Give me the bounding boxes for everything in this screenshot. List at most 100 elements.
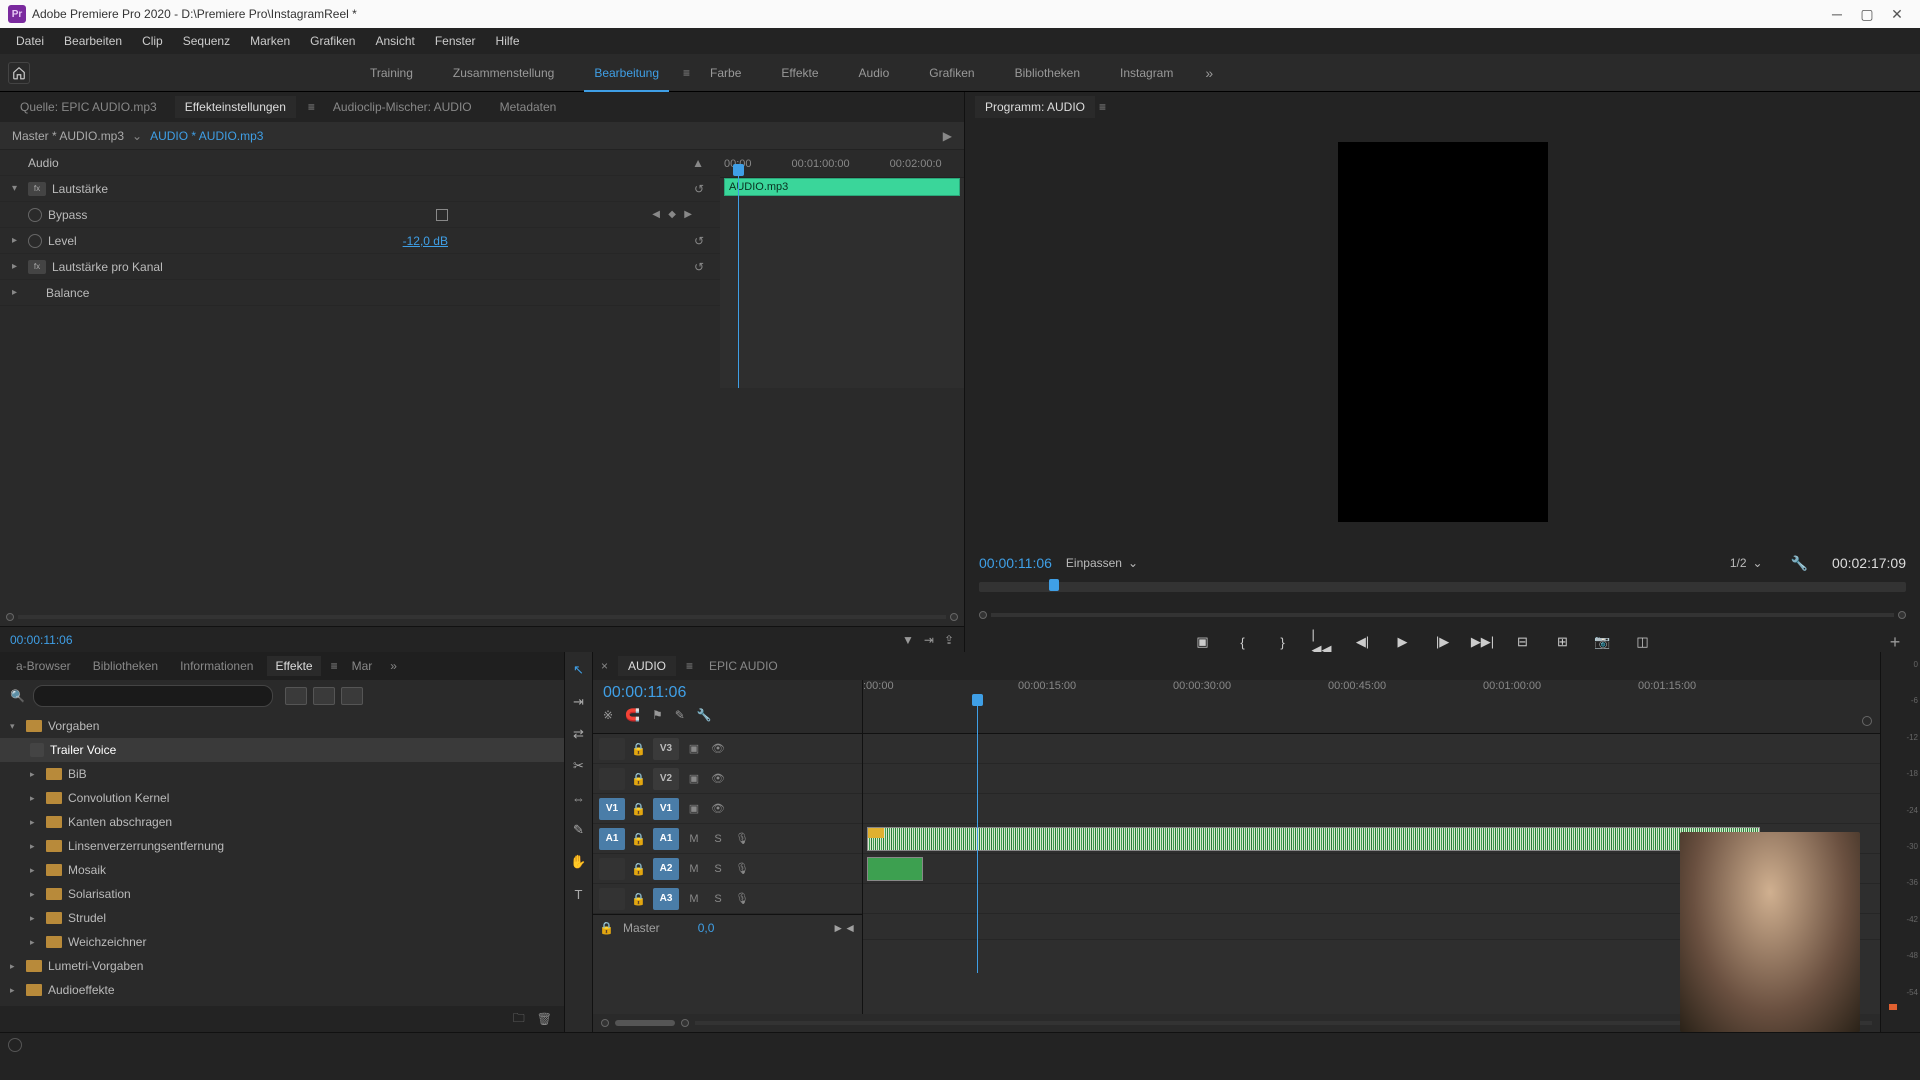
- workspace-grafiken[interactable]: Grafiken: [909, 60, 994, 86]
- tab-quelle[interactable]: Quelle: EPIC AUDIO.mp3: [10, 96, 167, 118]
- mark-out-button[interactable]: }: [1272, 631, 1294, 653]
- new-bin-icon[interactable]: 🗀: [513, 1009, 525, 1030]
- workspace-training[interactable]: Training: [350, 60, 433, 86]
- master-clip-label[interactable]: Master * AUDIO.mp3: [12, 129, 124, 143]
- fx-channel-icon[interactable]: fx: [28, 260, 46, 274]
- tab-effekteinstellungen[interactable]: Effekteinstellungen: [175, 96, 296, 118]
- export-icon[interactable]: ⇪: [944, 633, 954, 647]
- mosaik-folder[interactable]: Mosaik: [68, 863, 106, 877]
- tl-hscroll-right[interactable]: [681, 1019, 689, 1027]
- menu-clip[interactable]: Clip: [132, 30, 173, 52]
- track-select-tool-icon[interactable]: ⇥: [569, 692, 589, 712]
- track-a2[interactable]: A2: [653, 858, 679, 880]
- expand-master-icon[interactable]: ►◄: [832, 921, 856, 935]
- source-v1[interactable]: V1: [599, 798, 625, 820]
- tab-marker[interactable]: Mar: [344, 656, 381, 676]
- voice-over-icon[interactable]: 🎙: [733, 892, 751, 905]
- solarisation-folder[interactable]: Solarisation: [68, 887, 131, 901]
- master-value[interactable]: 0,0: [698, 921, 715, 935]
- wrench-icon[interactable]: 🔧: [697, 708, 712, 722]
- source-a1[interactable]: A1: [599, 828, 625, 850]
- tab-audioclip-mischer[interactable]: Audioclip-Mischer: AUDIO: [323, 96, 482, 118]
- step-back-button[interactable]: ◀|: [1352, 631, 1374, 653]
- tabs-overflow-icon[interactable]: »: [386, 659, 401, 673]
- track-a1[interactable]: A1: [653, 828, 679, 850]
- maximize-button[interactable]: ▢: [1852, 4, 1882, 24]
- bib-folder[interactable]: BiB: [68, 767, 87, 781]
- playhead-marker[interactable]: [1049, 579, 1059, 591]
- insert-icon[interactable]: ⇥: [924, 633, 934, 647]
- menu-grafiken[interactable]: Grafiken: [300, 30, 365, 52]
- effects-tree[interactable]: ▾Vorgaben Trailer Voice ▸BiB ▸Convolutio…: [0, 712, 564, 1006]
- sequence-menu-icon[interactable]: ≡: [686, 659, 693, 673]
- program-scrubber[interactable]: [979, 582, 1906, 604]
- comparison-view-button[interactable]: ◫: [1632, 631, 1654, 653]
- workspace-overflow-icon[interactable]: »: [1193, 65, 1225, 81]
- reset-channel-icon[interactable]: ↺: [694, 260, 704, 274]
- program-timecode[interactable]: 00:00:11:06: [979, 555, 1052, 571]
- toggle-output-icon[interactable]: ▣: [685, 772, 703, 785]
- slip-tool-icon[interactable]: ⇔: [569, 788, 589, 808]
- workspace-audio[interactable]: Audio: [839, 60, 910, 86]
- go-to-out-button[interactable]: ▶▶|: [1472, 631, 1494, 653]
- workspace-farbe[interactable]: Farbe: [690, 60, 761, 86]
- yuv-filter-icon[interactable]: [341, 687, 363, 705]
- lock-icon[interactable]: 🔒: [631, 772, 647, 786]
- toggle-output-icon[interactable]: ▣: [685, 802, 703, 815]
- go-to-in-button[interactable]: |◀◀: [1312, 631, 1334, 653]
- eye-icon[interactable]: 👁: [709, 772, 727, 785]
- zoom-dropdown[interactable]: Einpassen⌄: [1066, 556, 1138, 570]
- add-keyframe-icon[interactable]: ◆: [668, 209, 676, 220]
- menu-fenster[interactable]: Fenster: [425, 30, 486, 52]
- workspace-zusammenstellung[interactable]: Zusammenstellung: [433, 60, 574, 86]
- clip-dropdown-icon[interactable]: ⌄: [132, 129, 142, 143]
- audio-clip-a2[interactable]: [867, 857, 923, 881]
- extract-button[interactable]: ⊞: [1552, 631, 1574, 653]
- effekte-menu-icon[interactable]: ≡: [331, 659, 338, 673]
- selection-tool-icon[interactable]: ↖: [569, 660, 589, 680]
- reset-level-icon[interactable]: ↺: [694, 234, 704, 248]
- strudel-folder[interactable]: Strudel: [68, 911, 106, 925]
- next-keyframe-icon[interactable]: ▶: [684, 209, 692, 220]
- tab-bibliotheken[interactable]: Bibliotheken: [85, 656, 166, 676]
- menu-ansicht[interactable]: Ansicht: [365, 30, 424, 52]
- prog-hscroll-right[interactable]: [1898, 611, 1906, 619]
- workspace-instagram[interactable]: Instagram: [1100, 60, 1193, 86]
- program-tab[interactable]: Programm: AUDIO: [975, 96, 1095, 118]
- tab-metadaten[interactable]: Metadaten: [490, 96, 567, 118]
- fx-badge-icon[interactable]: fx: [28, 182, 46, 196]
- expand-volume-icon[interactable]: ▾: [12, 183, 28, 194]
- track-v1[interactable]: V1: [653, 798, 679, 820]
- lock-icon[interactable]: 🔒: [599, 921, 615, 935]
- program-menu-icon[interactable]: ≡: [1099, 100, 1106, 114]
- current-clip-label[interactable]: AUDIO * AUDIO.mp3: [150, 129, 263, 143]
- ef-scroll-right-handle[interactable]: [950, 613, 958, 621]
- play-only-icon[interactable]: ▶: [943, 129, 952, 143]
- tab-menu-icon[interactable]: ≡: [308, 100, 315, 114]
- reset-volume-icon[interactable]: ↺: [694, 182, 704, 196]
- export-frame-button[interactable]: 📷: [1592, 631, 1614, 653]
- stopwatch-bypass-icon[interactable]: [28, 208, 42, 222]
- tl-hscroll-left[interactable]: [601, 1019, 609, 1027]
- kanten-folder[interactable]: Kanten abschragen: [68, 815, 172, 829]
- pen-tool-icon[interactable]: ✎: [569, 820, 589, 840]
- linsen-folder[interactable]: Linsenverzerrungsentfernung: [68, 839, 224, 853]
- lumetri-folder[interactable]: Lumetri-Vorgaben: [48, 959, 143, 973]
- effect-timeline[interactable]: 00:00 00:01:00:00 00:02:00:0 AUDIO.mp3: [720, 150, 964, 388]
- menu-marken[interactable]: Marken: [240, 30, 300, 52]
- collapse-arrow-icon[interactable]: ▲: [692, 156, 704, 170]
- filter-icon[interactable]: ▼: [902, 633, 914, 647]
- source-timecode[interactable]: 00:00:11:06: [10, 633, 73, 647]
- timeline-timecode[interactable]: 00:00:11:06: [603, 684, 852, 702]
- convolution-folder[interactable]: Convolution Kernel: [68, 791, 169, 805]
- bypass-checkbox[interactable]: [436, 209, 448, 221]
- track-v2[interactable]: V2: [653, 768, 679, 790]
- solo-button[interactable]: S: [709, 863, 727, 875]
- tab-media-browser[interactable]: a-Browser: [8, 656, 79, 676]
- expand-channel-icon[interactable]: ▸: [12, 261, 28, 272]
- workspace-menu-icon[interactable]: ≡: [683, 66, 690, 80]
- voice-over-icon[interactable]: 🎙: [733, 832, 751, 845]
- close-button[interactable]: ✕: [1882, 4, 1912, 24]
- audio-clip-a1[interactable]: [867, 827, 1760, 851]
- resolution-dropdown[interactable]: 1/2⌄: [1730, 556, 1763, 570]
